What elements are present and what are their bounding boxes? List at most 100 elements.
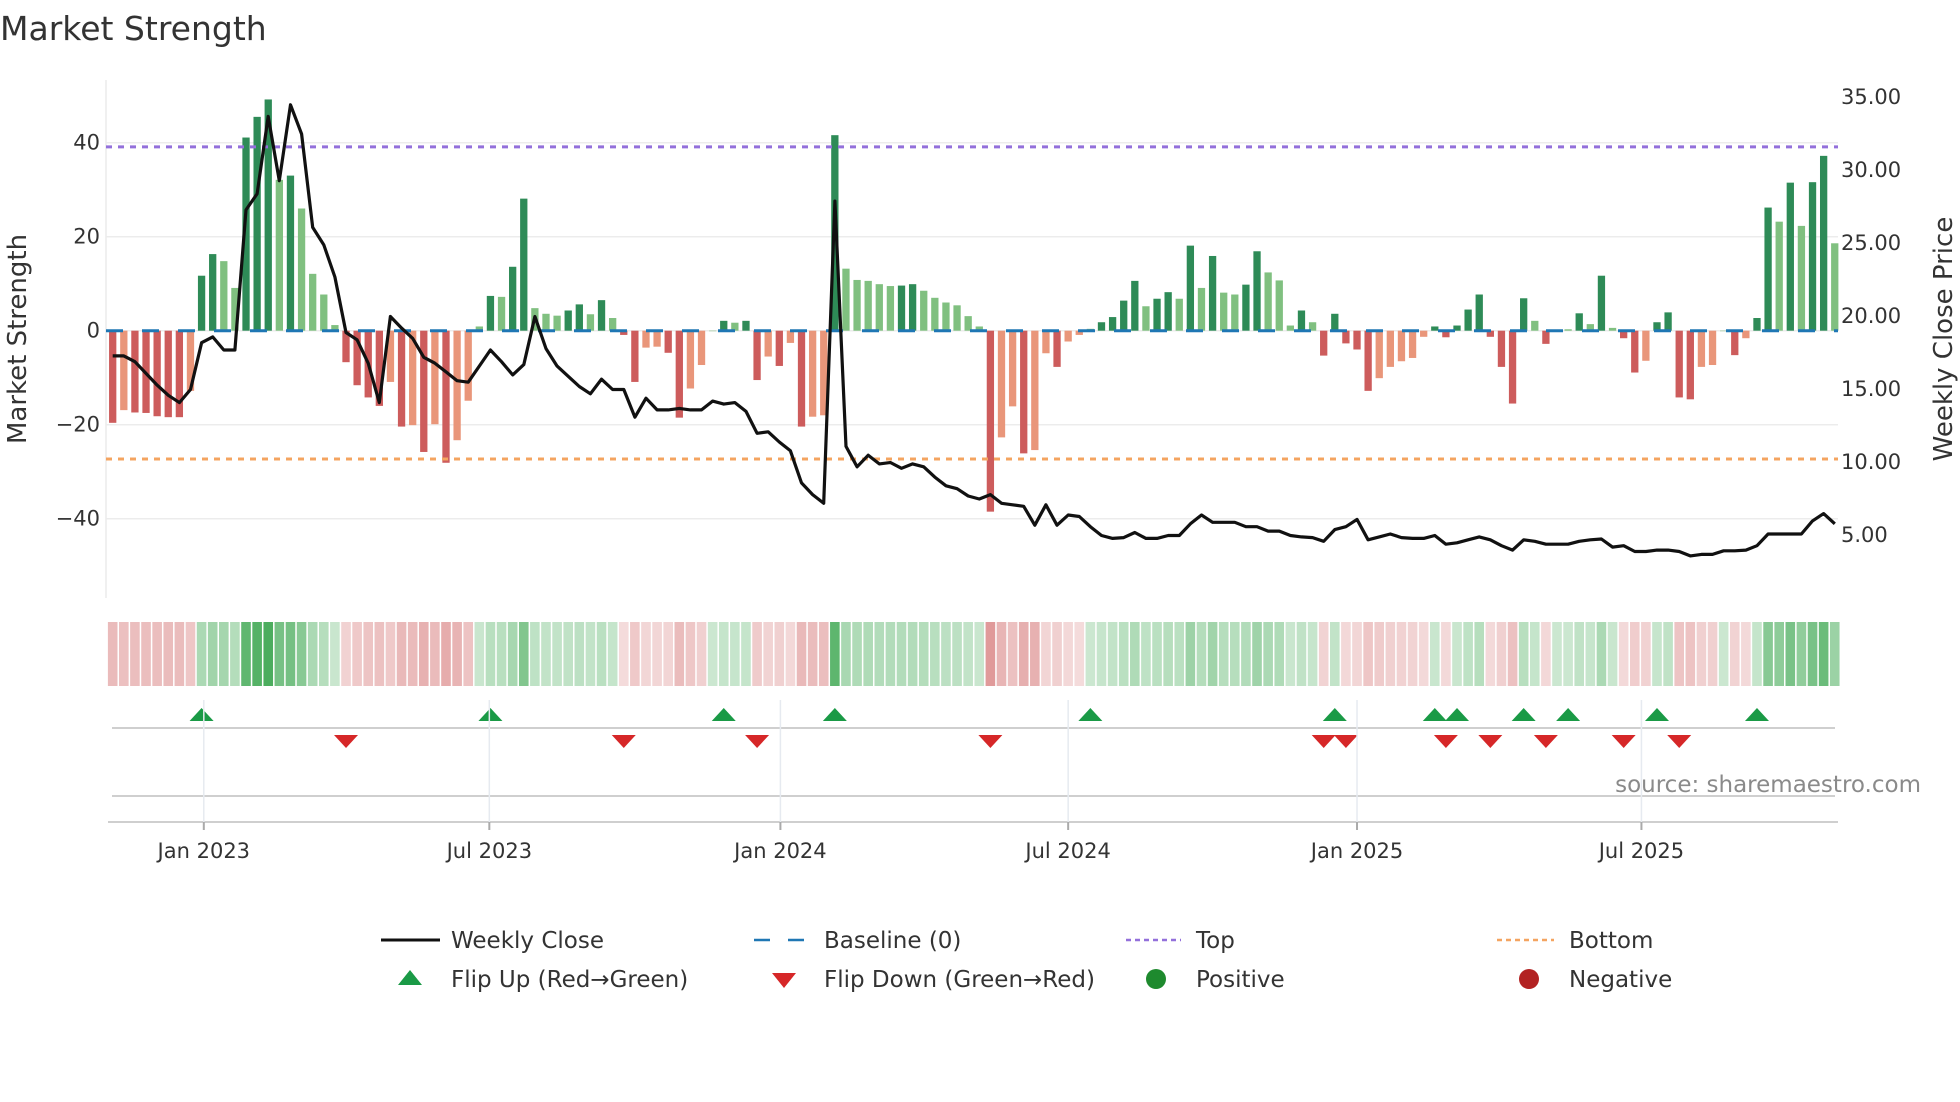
strength-bar <box>1031 330 1039 451</box>
strip-cell <box>241 622 251 686</box>
strip-cell <box>718 622 729 686</box>
flip-up-marker-icon <box>1422 708 1447 721</box>
y2-axis-label: Weekly Close Price <box>1929 217 1959 462</box>
strip-cell <box>463 622 474 686</box>
strength-bar <box>808 330 817 417</box>
strip-cell <box>1763 622 1773 686</box>
strip-cell <box>396 622 407 686</box>
strength-bar <box>253 116 261 331</box>
strength-bar <box>1708 330 1717 366</box>
strip-cell <box>641 622 651 686</box>
strength-bar <box>1264 272 1272 331</box>
strength-bar <box>1386 330 1394 367</box>
strip-cell <box>452 622 462 686</box>
strength-bar <box>209 254 217 331</box>
x-tick-label: Jan 2024 <box>732 839 827 863</box>
flip-down-marker-icon <box>1333 735 1358 748</box>
strength-bar <box>664 330 672 353</box>
strength-bar <box>842 268 850 331</box>
strip-cell <box>1185 622 1196 686</box>
strip-cell <box>1218 622 1229 686</box>
strength-bar <box>1520 298 1528 331</box>
flip-up-marker-icon <box>1556 708 1581 721</box>
strength-bar <box>631 330 639 382</box>
strength-bar <box>520 198 528 331</box>
strip-cell <box>1096 622 1107 686</box>
strength-bar <box>1197 287 1206 331</box>
strength-heat-strip <box>107 622 1840 686</box>
flip-up-marker-icon <box>1511 708 1536 721</box>
strength-bar <box>609 318 617 331</box>
strength-bar <box>886 286 895 331</box>
y2-tick-label: 20.00 <box>1841 304 1901 328</box>
strip-cell <box>1152 622 1162 686</box>
strip-cell <box>252 622 262 686</box>
strip-cell <box>107 622 118 686</box>
strip-cell <box>1585 622 1596 686</box>
strip-cell <box>119 622 129 686</box>
strip-cell <box>418 622 429 686</box>
strength-bar <box>464 330 472 401</box>
strength-bar <box>742 320 750 331</box>
strength-bar <box>164 330 172 418</box>
flip-up-marker-icon <box>1322 708 1347 721</box>
strength-bar <box>286 175 295 331</box>
strength-bar <box>1020 330 1028 454</box>
strength-bar <box>1575 313 1583 331</box>
legend: Weekly Close Baseline (0) Top Bottom Fli… <box>381 928 1672 993</box>
strip-cell <box>274 622 285 686</box>
strength-bar <box>1231 294 1239 331</box>
strength-bar <box>1531 320 1539 331</box>
strip-cell <box>1518 622 1529 686</box>
strength-bar <box>1497 330 1506 367</box>
strength-bar <box>453 330 461 441</box>
strip-cell <box>1418 622 1429 686</box>
strip-cell <box>1196 622 1207 686</box>
strip-cell <box>318 622 329 686</box>
strength-bar <box>1420 330 1428 337</box>
strength-bar <box>153 330 161 417</box>
strength-bar <box>1320 330 1328 356</box>
strip-cell <box>963 622 973 686</box>
strength-bar <box>1008 330 1017 407</box>
strip-cell <box>385 622 396 686</box>
strength-bar <box>697 330 706 366</box>
strip-cell <box>630 622 640 686</box>
strength-bar <box>1631 330 1639 373</box>
y2-tick-label: 15.00 <box>1841 377 1901 401</box>
strength-bar <box>1131 280 1139 331</box>
strip-cell <box>674 622 685 686</box>
strip-cell <box>285 622 296 686</box>
strip-cell <box>1074 622 1085 686</box>
strip-cell <box>774 622 785 686</box>
strip-cell <box>263 622 274 686</box>
flip-down-marker-icon <box>1611 735 1636 748</box>
y2-tick-label: 5.00 <box>1841 523 1888 547</box>
strength-bar <box>1831 243 1839 331</box>
strip-cell <box>1307 622 1318 686</box>
strength-bar <box>1786 182 1794 331</box>
strength-bar <box>1164 292 1172 331</box>
strip-cell <box>152 622 162 686</box>
flip-up-marker-icon <box>478 708 503 721</box>
strength-bar <box>1286 325 1295 331</box>
strip-cell <box>752 622 762 686</box>
strip-cell <box>1374 622 1385 686</box>
strip-cell <box>441 622 451 686</box>
strip-cell <box>796 622 807 686</box>
strip-cell <box>1541 622 1551 686</box>
strength-bar <box>1775 221 1783 331</box>
strength-bar <box>431 330 439 425</box>
strip-cell <box>1030 622 1040 686</box>
legend-positive: Positive <box>1196 967 1285 993</box>
strip-cell <box>430 622 440 686</box>
strip-cell <box>874 622 885 686</box>
legend-baseline: Baseline (0) <box>824 928 961 954</box>
strength-bar <box>897 285 906 331</box>
strip-cell <box>1807 622 1818 686</box>
strip-cell <box>185 622 196 686</box>
strip-cell <box>1752 622 1762 686</box>
strength-bar <box>1664 312 1672 331</box>
strip-cell <box>1607 622 1618 686</box>
strength-bar <box>1175 298 1183 331</box>
